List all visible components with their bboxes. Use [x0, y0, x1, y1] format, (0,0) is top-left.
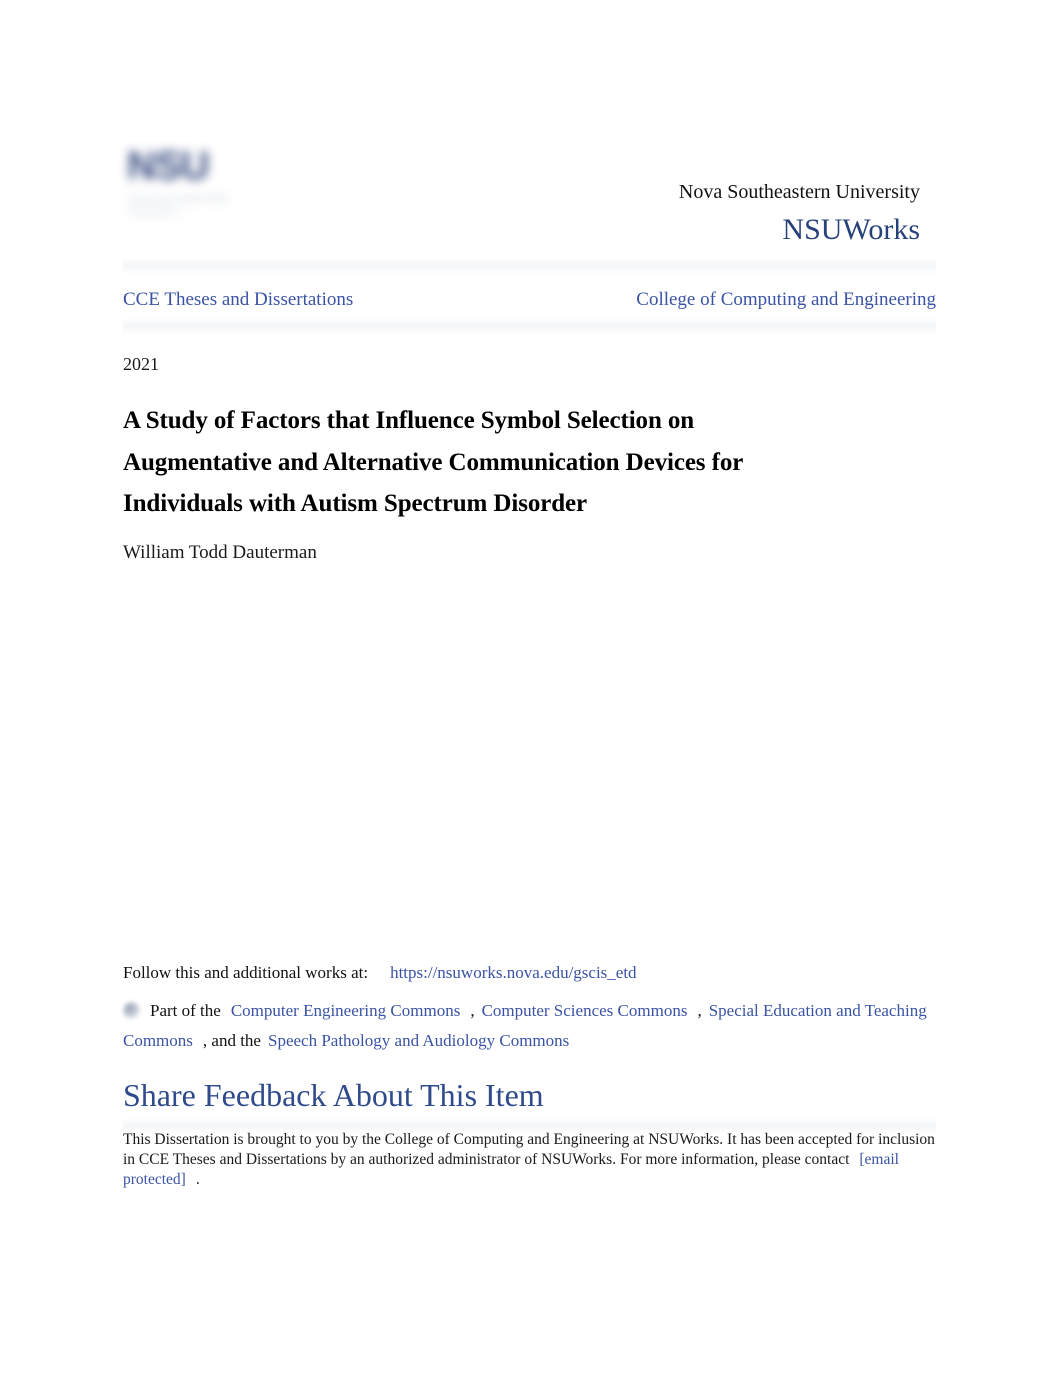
- divider-band-top: [123, 258, 936, 274]
- divider-band-breadcrumb: [123, 318, 936, 334]
- breadcrumb: CCE Theses and Dissertations College of …: [123, 287, 936, 313]
- disciplines-conjunction: , and the: [202, 1031, 261, 1050]
- breadcrumb-collection-link[interactable]: CCE Theses and Dissertations: [123, 287, 353, 313]
- page-title: A Study of Factors that Influence Symbol…: [123, 407, 743, 517]
- discipline-link-computer-sciences[interactable]: Computer Sciences Commons: [482, 1001, 688, 1020]
- discipline-link-speech-pathology[interactable]: Speech Pathology and Audiology Commons: [268, 1031, 569, 1050]
- follow-works-link[interactable]: https://nsuworks.nova.edu/gscis_etd: [390, 963, 636, 982]
- follow-works-line: Follow this and additional works at: http…: [123, 961, 936, 985]
- share-feedback-link[interactable]: Share Feedback About This Item: [123, 1075, 544, 1115]
- nsu-logo: NSU NOVA SOUTHEASTERN UNIVERSITY: [123, 135, 245, 247]
- page-header: NSU NOVA SOUTHEASTERN UNIVERSITY Nova So…: [123, 130, 920, 250]
- disciplines-separator-2: ,: [697, 1001, 702, 1020]
- discipline-link-computer-engineering[interactable]: Computer Engineering Commons: [231, 1001, 460, 1020]
- nsu-logo-subtext: NOVA SOUTHEASTERN UNIVERSITY: [127, 194, 228, 217]
- footer-text: This Dissertation is brought to you by t…: [123, 1131, 935, 1168]
- breadcrumb-college-link[interactable]: College of Computing and Engineering: [636, 287, 936, 313]
- commons-disciplines-icon: [123, 1002, 140, 1019]
- document-page: NSU NOVA SOUTHEASTERN UNIVERSITY Nova So…: [0, 0, 1062, 1377]
- author-name: William Todd Dauterman: [123, 542, 317, 563]
- publication-year: 2021: [123, 354, 159, 374]
- disciplines-line: Part of the Computer Engineering Commons,…: [123, 996, 943, 1056]
- footer-period: .: [195, 1171, 200, 1188]
- university-name: Nova Southeastern University: [678, 181, 920, 203]
- disciplines-prefix: Part of the: [150, 1001, 221, 1020]
- disciplines-separator-1: ,: [470, 1001, 475, 1020]
- footer-note: This Dissertation is brought to you by t…: [123, 1130, 938, 1190]
- nsu-logo-mark: NSU: [127, 144, 209, 188]
- follow-works-label: Follow this and additional works at:: [123, 963, 369, 982]
- repository-title[interactable]: NSUWorks: [782, 212, 920, 248]
